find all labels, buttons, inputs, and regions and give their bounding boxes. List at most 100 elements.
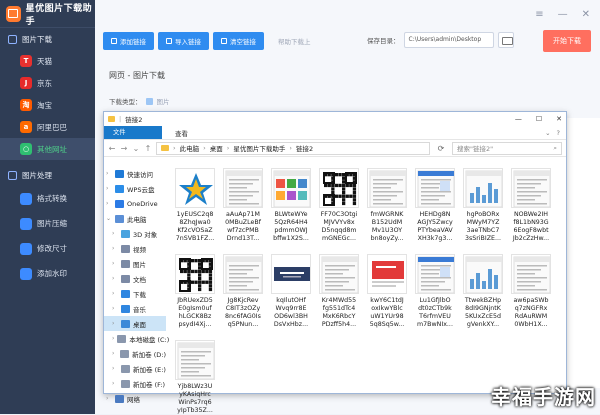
help-hint[interactable]: 帮助下载上 bbox=[278, 36, 311, 46]
expand-chevron-icon[interactable]: › bbox=[112, 380, 118, 387]
sidebar-tool-3[interactable]: 添加水印 bbox=[0, 261, 95, 286]
expand-chevron-icon[interactable]: › bbox=[112, 245, 118, 252]
image-type-checkbox[interactable] bbox=[145, 97, 153, 105]
menu-icon[interactable]: ≡ bbox=[535, 9, 543, 20]
tool-icon bbox=[20, 267, 32, 280]
sidebar-item-label: 修改尺寸 bbox=[37, 244, 67, 253]
close-icon[interactable]: ✕ bbox=[582, 9, 590, 20]
search-input[interactable]: 搜索"链接2" ⌕ bbox=[452, 141, 562, 155]
expand-chevron-icon[interactable]: › bbox=[106, 170, 112, 177]
app-sidebar: 星优图片下载助手 图片下载 T 天猫 J 京东淘淘宝 a 阿里巴巴 ○ 其他网址 图片处理 格… bbox=[0, 0, 95, 414]
sidebar-item-4[interactable]: ○ 其他网址 bbox=[0, 138, 95, 160]
nav-item-icon bbox=[121, 364, 130, 373]
sidebar-item-2[interactable]: 淘淘宝 bbox=[0, 94, 95, 116]
nav-item-1[interactable]: › WPS云盘 bbox=[104, 181, 166, 196]
breadcrumb-this-pc[interactable]: 此电脑 bbox=[180, 143, 200, 153]
nav-item-14[interactable]: › 新加卷 (F:) bbox=[104, 376, 166, 391]
expand-chevron-icon[interactable]: › bbox=[112, 230, 118, 237]
store-icon: a bbox=[20, 121, 32, 133]
nav-item-icon bbox=[115, 169, 124, 178]
sidebar-tool-2[interactable]: 修改尺寸 bbox=[0, 236, 95, 261]
address-bar[interactable]: › 此电脑 › 桌面 › 星优图片下载助手 › 链接2 bbox=[156, 141, 430, 155]
sidebar-item-3[interactable]: a 阿里巴巴 bbox=[0, 116, 95, 138]
refresh-icon[interactable]: ⟳ bbox=[434, 144, 448, 153]
close-icon[interactable]: ✕ bbox=[556, 115, 562, 123]
expand-chevron-icon[interactable]: › bbox=[112, 260, 118, 267]
breadcrumb-link2[interactable]: 链接2 bbox=[296, 143, 313, 153]
download-group-icon bbox=[8, 34, 17, 44]
nav-item-label: 视频 bbox=[133, 245, 146, 254]
nav-item-2[interactable]: › OneDrive bbox=[104, 196, 166, 211]
search-icon: ⌕ bbox=[553, 143, 557, 152]
nav-item-5[interactable]: › 视频 bbox=[104, 241, 166, 256]
recent-icon[interactable]: ⌄ bbox=[132, 144, 140, 153]
nav-item-label: 新加卷 (E:) bbox=[133, 365, 166, 374]
expand-chevron-icon[interactable]: › bbox=[106, 185, 112, 192]
file-item[interactable]: aw6paSWb q7zNGFRx RdAuRWM 0WbH1X... bbox=[502, 254, 560, 329]
breadcrumb-desktop[interactable]: 桌面 bbox=[210, 143, 223, 153]
nav-item-3[interactable]: ⌄ 此电脑 bbox=[104, 211, 166, 226]
expand-chevron-icon[interactable]: › bbox=[112, 290, 118, 297]
nav-item-7[interactable]: › 文档 bbox=[104, 271, 166, 286]
expand-chevron-icon[interactable]: › bbox=[112, 275, 118, 282]
minimize-icon[interactable]: — bbox=[558, 9, 568, 20]
expand-chevron-icon[interactable]: › bbox=[106, 200, 112, 207]
expand-chevron-icon[interactable]: › bbox=[106, 395, 112, 402]
breadcrumb-app-folder[interactable]: 星优图片下载助手 bbox=[233, 143, 285, 153]
type-label: 下载类型： bbox=[109, 98, 142, 106]
expand-chevron-icon[interactable]: › bbox=[112, 305, 118, 312]
nav-item-icon bbox=[117, 334, 127, 343]
file-item[interactable]: NOBWe2IH f8L1bN93G 6EogF8wbt Jb2cZzHw... bbox=[502, 168, 560, 243]
sidebar-tool-0[interactable]: 格式转换 bbox=[0, 186, 95, 211]
up-icon[interactable]: ↑ bbox=[144, 144, 152, 153]
processing-group-icon bbox=[8, 170, 17, 180]
nav-item-15[interactable]: › 网络 bbox=[104, 391, 166, 406]
minimize-icon[interactable]: — bbox=[515, 115, 522, 123]
tab-view[interactable]: 查看 bbox=[166, 126, 197, 139]
sidebar-tool-1[interactable]: 图片压缩 bbox=[0, 211, 95, 236]
nav-item-13[interactable]: › 新加卷 (E:) bbox=[104, 361, 166, 376]
app-name: 星优图片下载助手 bbox=[25, 3, 93, 27]
nav-item-10[interactable]: › 桌面 bbox=[104, 316, 166, 331]
nav-item-0[interactable]: › 快速访问 bbox=[104, 166, 166, 181]
nav-item-4[interactable]: › 3D 对象 bbox=[104, 226, 166, 241]
file-item[interactable]: Yjb8LWz3U yKAsiqHrc WinPs7rq6 yIpTb35Z..… bbox=[166, 340, 224, 415]
maximize-icon[interactable]: ☐ bbox=[536, 115, 542, 123]
thumbnail-image bbox=[513, 256, 550, 293]
expand-chevron-icon[interactable]: › bbox=[112, 350, 117, 357]
folder-icon[interactable] bbox=[497, 32, 514, 48]
sidebar-item-label: 添加水印 bbox=[37, 269, 67, 278]
save-directory: 保存目录： C:\Users\admin\Desktop bbox=[367, 32, 514, 48]
nav-item-icon bbox=[121, 244, 130, 253]
tab-file[interactable]: 文件 bbox=[104, 126, 162, 139]
file-thumbnail bbox=[175, 254, 215, 294]
nav-item-6[interactable]: › 图片 bbox=[104, 256, 166, 271]
group-image-download[interactable]: 图片下载 bbox=[0, 28, 95, 50]
back-icon[interactable]: ← bbox=[108, 144, 116, 153]
group-image-processing[interactable]: 图片处理 bbox=[0, 164, 95, 186]
expand-chevron-icon[interactable]: › bbox=[112, 365, 118, 372]
expand-chevron-icon[interactable]: ⌄ bbox=[106, 215, 112, 222]
sidebar-item-1[interactable]: J 京东 bbox=[0, 72, 95, 94]
file-grid: 1yEUSC2q8 8ZhqJwa0 Kf2cVOSaZ 7nSVB1FZ...… bbox=[170, 168, 560, 414]
nav-item-icon bbox=[115, 184, 124, 193]
nav-item-9[interactable]: › 音乐 bbox=[104, 301, 166, 316]
nav-item-11[interactable]: › 本地磁盘 (C:) bbox=[104, 331, 169, 346]
sidebar-item-0[interactable]: T 天猫 bbox=[0, 50, 95, 72]
expand-chevron-icon[interactable]: › bbox=[112, 320, 118, 327]
expand-chevron-icon[interactable]: › bbox=[112, 335, 114, 342]
chevron-right-icon: › bbox=[203, 144, 206, 152]
add-link-button[interactable]: 添加链接 bbox=[103, 32, 154, 50]
start-download-button[interactable]: 开始下载 bbox=[543, 30, 591, 52]
save-path-input[interactable]: C:\Users\admin\Desktop bbox=[403, 32, 494, 48]
forward-icon[interactable]: → bbox=[120, 144, 128, 153]
import-link-button[interactable]: 导入链接 bbox=[158, 32, 209, 50]
nav-item-8[interactable]: › 下载 bbox=[104, 286, 166, 301]
thumbnail-image bbox=[225, 256, 262, 293]
help-icon[interactable]: ? bbox=[557, 129, 560, 137]
file-thumbnail bbox=[511, 254, 551, 294]
expand-ribbon-icon[interactable]: ⌄ bbox=[545, 129, 550, 137]
clear-link-button[interactable]: 清空链接 bbox=[213, 32, 264, 50]
nav-item-12[interactable]: › 新加卷 (D:) bbox=[104, 346, 166, 361]
group-label: 图片下载 bbox=[22, 34, 52, 44]
